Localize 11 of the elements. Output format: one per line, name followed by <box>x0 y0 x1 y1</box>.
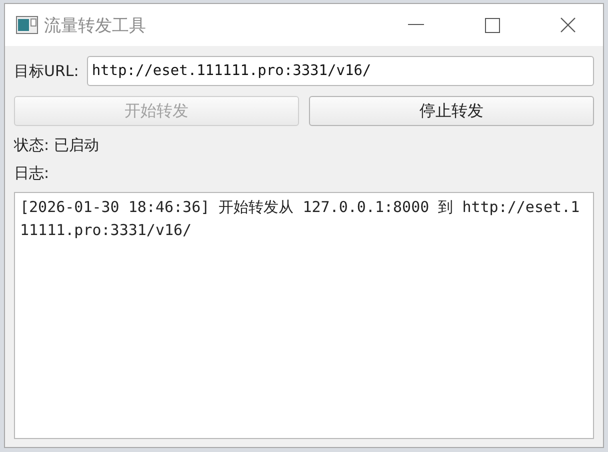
log-text-area[interactable]: [2026-01-30 18:46:36] 开始转发从 127.0.0.1:8000 到 http://eset.111111.pro:3331/v16/ <box>14 192 594 439</box>
log-label: 日志: <box>14 164 50 183</box>
minimize-icon <box>408 24 424 26</box>
close-icon <box>560 17 576 33</box>
status-text: 状态: 已启动 <box>14 136 100 155</box>
maximize-icon <box>484 18 500 32</box>
url-field[interactable]: http://eset.111111.pro:3331/v16/ <box>86 56 594 86</box>
stop-button[interactable]: 停止转发 <box>309 96 594 126</box>
app-icon <box>16 16 38 34</box>
window-title: 流量转发工具 <box>44 14 147 36</box>
url-label: 目标URL: <box>14 62 79 80</box>
